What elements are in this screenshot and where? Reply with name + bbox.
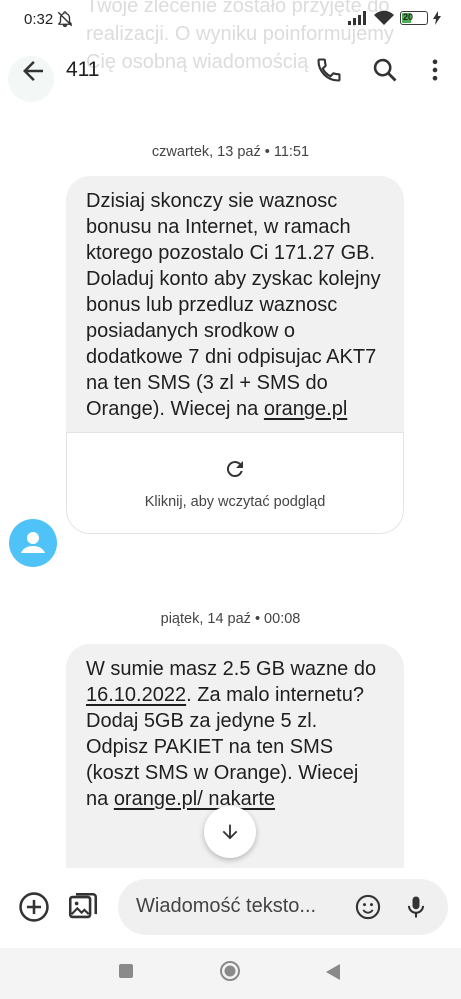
message-input[interactable]: Wiadomość teksto... (118, 879, 448, 935)
link-preview[interactable]: Kliknij, aby wczytać podgląd (66, 432, 404, 534)
message-date-link[interactable]: 16.10.2022 (86, 684, 186, 706)
conversation-title: 411 (66, 58, 100, 81)
arrow-left-icon[interactable] (18, 56, 48, 86)
message-bubble[interactable]: Dzisiaj skonczy sie waznosc bonusu na In… (66, 176, 404, 534)
avatar[interactable] (9, 519, 57, 567)
emoji-icon[interactable] (354, 893, 382, 921)
message-date: czwartek, 13 paź • 11:51 (151, 144, 310, 160)
system-nav-bar (0, 948, 461, 999)
person-icon (21, 532, 45, 553)
preview-label: Kliknij, aby wczytać podgląd (144, 494, 326, 510)
signal-icon (348, 11, 366, 25)
bell-off-icon (57, 11, 73, 28)
compose-bar: Wiadomość teksto... (0, 868, 461, 948)
mic-icon[interactable] (402, 893, 430, 921)
message-text: Dzisiaj skonczy sie waznosc bonusu na In… (86, 190, 381, 420)
message-input-placeholder: Wiadomość teksto... (136, 895, 317, 917)
battery-indicator: 20 (400, 11, 428, 25)
status-bar: 0:32 20 (0, 0, 461, 40)
message-link[interactable]: orange.pl (264, 398, 347, 420)
charging-icon (433, 11, 441, 25)
phone-icon[interactable] (315, 56, 343, 84)
more-vert-icon[interactable] (421, 56, 449, 84)
wifi-icon (374, 10, 394, 25)
back-nav-icon[interactable] (325, 963, 341, 981)
recents-icon[interactable] (118, 963, 134, 979)
arrow-down-icon (222, 824, 238, 840)
home-icon[interactable] (219, 960, 241, 982)
gallery-icon[interactable] (66, 890, 100, 924)
message-date: piątek, 14 paź • 00:08 (160, 611, 301, 627)
app-bar: 411 (0, 40, 461, 100)
scroll-down-button[interactable] (204, 806, 256, 858)
add-circle-icon[interactable] (17, 890, 51, 924)
refresh-icon (226, 461, 243, 478)
status-time: 0:32 (24, 11, 54, 28)
search-icon[interactable] (371, 56, 399, 84)
message-link[interactable]: orange.pl/ nakarte (114, 788, 275, 810)
message-text: W sumie masz 2.5 GB wazne do 16.10.2022.… (86, 658, 377, 810)
